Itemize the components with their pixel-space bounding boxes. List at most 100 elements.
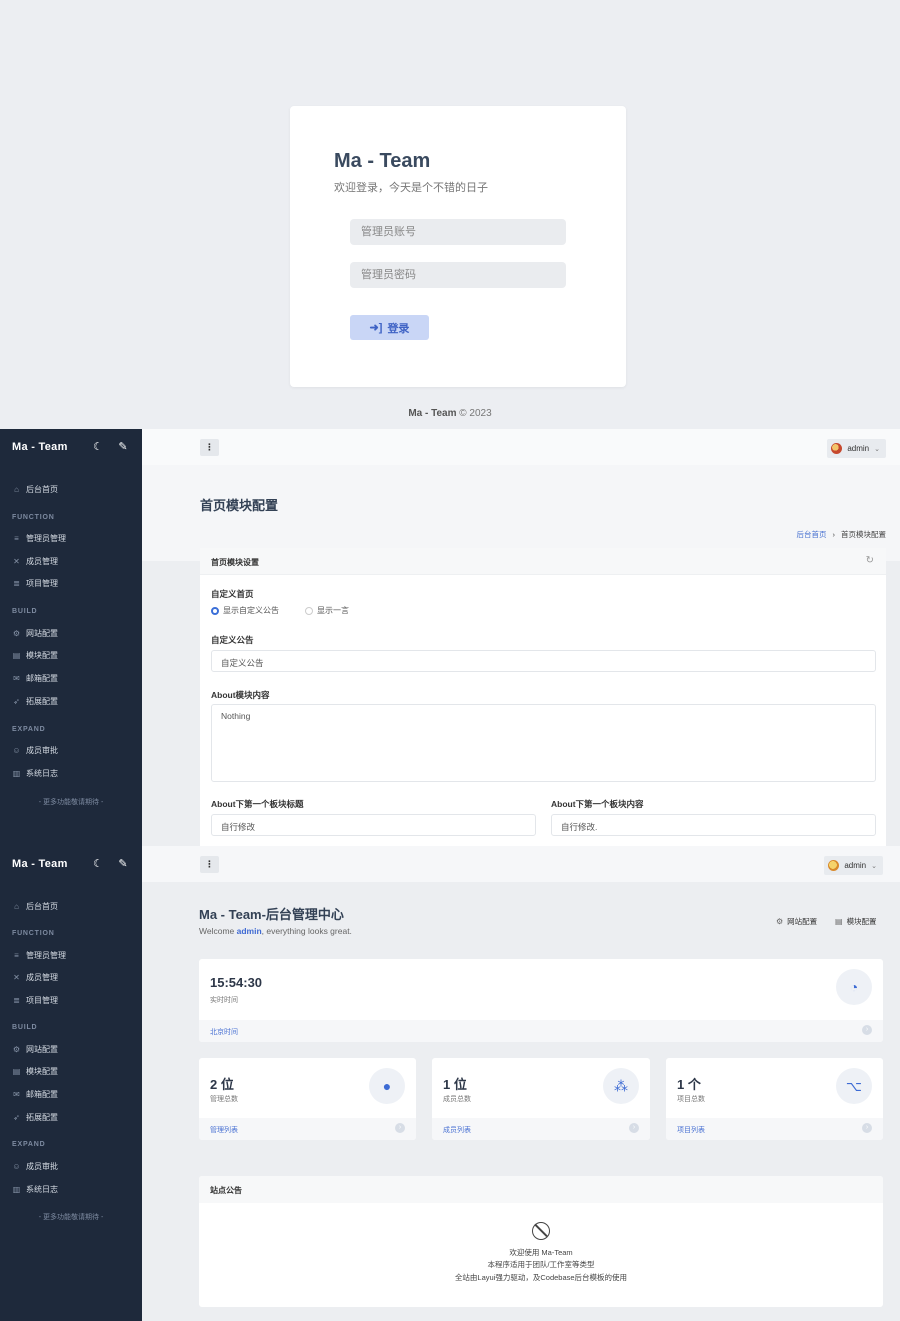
site-notice-panel: 站点公告 欢迎使用 Ma-Team 本程序适用于团队/工作室等类型 全站由Lay… bbox=[199, 1176, 883, 1307]
sidebar-item-home[interactable]: ⌂ 后台首页 bbox=[12, 484, 58, 495]
chevron-down-icon: ⌄ bbox=[874, 445, 880, 453]
breadcrumb-home[interactable]: 后台首页 bbox=[797, 529, 827, 540]
sidebar-item-ext-config[interactable]: ➶ 拓展配置 bbox=[12, 1112, 58, 1123]
time-card-footer: 北京时间 › bbox=[199, 1020, 883, 1042]
refresh-icon[interactable]: ↻ bbox=[866, 555, 874, 566]
menu-toggle-button[interactable]: ⋮ bbox=[200, 856, 219, 873]
sidebar-item-module-config[interactable]: ▤ 模块配置 bbox=[12, 650, 58, 661]
radio-custom-notice[interactable]: 显示自定义公告 bbox=[211, 605, 279, 616]
rocket-icon: ➶ bbox=[13, 697, 20, 706]
time-link[interactable]: 北京时间 bbox=[210, 1027, 238, 1037]
quick-site-config[interactable]: ⚙ 网站配置 bbox=[776, 916, 817, 927]
sidebar-item-site-config[interactable]: ⚙ 网站配置 bbox=[12, 1044, 58, 1055]
chevron-down-icon: ⌄ bbox=[871, 862, 877, 870]
moon-icon[interactable]: ☾ bbox=[91, 440, 105, 454]
user-name: admin bbox=[844, 861, 867, 870]
time-card: 15:54:30 实时时间 ◔ 北京时间 › bbox=[199, 959, 883, 1042]
sidebar-item-projects[interactable]: ≣ 项目管理 bbox=[12, 995, 58, 1006]
radio-unchecked bbox=[305, 606, 313, 615]
sidebar-item-members[interactable]: ✕ 成员管理 bbox=[12, 556, 58, 567]
sidebar-item-logs[interactable]: ▥ 系统日志 bbox=[12, 1184, 58, 1195]
arrow-right-icon[interactable]: › bbox=[395, 1123, 405, 1133]
sidebar-item-home[interactable]: ⌂ 后台首页 bbox=[12, 901, 58, 912]
avatar bbox=[828, 860, 840, 871]
list-icon: ≡ bbox=[14, 951, 19, 960]
sidebar-item-logs[interactable]: ▥ 系统日志 bbox=[12, 768, 58, 779]
user-icon: ● bbox=[369, 1068, 405, 1104]
sidebar-item-ext-config[interactable]: ➶ 拓展配置 bbox=[12, 696, 58, 707]
user-menu-button[interactable]: admin ⌄ bbox=[827, 439, 886, 458]
breadcrumb-current: 首页模块配置 bbox=[841, 530, 886, 539]
sidebar-brand: Ma - Team bbox=[12, 441, 68, 453]
project-label: 项目总数 bbox=[677, 1096, 705, 1103]
brush-icon[interactable]: ✎ bbox=[116, 857, 130, 871]
tools-icon: ✕ bbox=[13, 973, 20, 982]
sign-in-icon: ➜] bbox=[369, 322, 383, 334]
sidebar-item-module-config[interactable]: ▤ 模块配置 bbox=[12, 1066, 58, 1077]
custom-notice-label: 自定义公告 bbox=[211, 635, 254, 645]
sidebar: Ma - Team ☾ ✎ ⌂ 后台首页 FUNCTION ≡ 管理员管理 ✕ 成员管… bbox=[0, 846, 142, 1321]
password-input[interactable] bbox=[350, 262, 566, 288]
user-menu-button[interactable]: admin ⌄ bbox=[824, 856, 883, 875]
radio-checked bbox=[211, 606, 219, 615]
project-count: 1 个 bbox=[677, 1077, 701, 1092]
table-icon: ▤ bbox=[835, 917, 843, 926]
home-icon: ⌂ bbox=[14, 485, 19, 494]
quick-module-config[interactable]: ▤ 模块配置 bbox=[835, 916, 877, 927]
admin-list-link[interactable]: 管理列表 bbox=[210, 1125, 238, 1135]
block-title-input[interactable]: 自行修改 bbox=[211, 814, 536, 836]
login-card: Ma - Team 欢迎登录，今天是个不错的日子 ➜] 登录 bbox=[290, 106, 626, 387]
sidebar-item-mail-config[interactable]: ✉ 邮箱配置 bbox=[12, 673, 58, 684]
welcome-user: admin bbox=[236, 926, 262, 936]
project-stat-card: 1 个 项目总数 ⌥ 项目列表 › bbox=[666, 1058, 883, 1140]
envelope-icon: ✉ bbox=[13, 674, 20, 683]
sidebar-more: - 更多功能敬请期待 - bbox=[38, 1214, 104, 1221]
brush-icon[interactable]: ✎ bbox=[116, 440, 130, 454]
footer-brand: Ma - Team bbox=[408, 408, 457, 419]
gear-icon: ⚙ bbox=[776, 917, 784, 926]
menu-toggle-button[interactable]: ⋮ bbox=[200, 439, 219, 456]
page-header: 首页模块配置 后台首页 › 首页模块配置 bbox=[142, 465, 900, 561]
envelope-icon: ✉ bbox=[13, 1090, 20, 1099]
list-icon: ≡ bbox=[14, 534, 19, 543]
login-button-label: 登录 bbox=[387, 322, 410, 335]
clock-icon: ◔ bbox=[836, 969, 872, 1005]
about-label: About模块内容 bbox=[211, 690, 270, 700]
sidebar-item-review[interactable]: ☺ 成员审批 bbox=[12, 1161, 58, 1172]
dashboard-screen: Ma - Team ☾ ✎ ⌂ 后台首页 FUNCTION ≡ 管理员管理 ✕ 成员管… bbox=[0, 846, 900, 1321]
radio-one-word[interactable]: 显示一言 bbox=[305, 605, 349, 616]
sidebar-item-admins[interactable]: ≡ 管理员管理 bbox=[12, 533, 66, 544]
custom-home-label: 自定义首页 bbox=[211, 589, 254, 599]
page-title: Ma - Team-后台管理中心 bbox=[199, 907, 344, 922]
login-screen: Ma - Team 欢迎登录，今天是个不错的日子 ➜] 登录 Ma - Team… bbox=[0, 0, 900, 429]
about-textarea[interactable]: Nothing bbox=[211, 704, 876, 782]
user-plus-icon: ☺ bbox=[12, 746, 21, 755]
notice-line-3: 全站由Layui强力驱动，及Codebase后台模板的使用 bbox=[454, 1272, 628, 1282]
sidebar-item-admins[interactable]: ≡ 管理员管理 bbox=[12, 950, 66, 961]
cogs-icon: ⚙ bbox=[12, 1045, 21, 1054]
arrow-right-icon[interactable]: › bbox=[629, 1123, 639, 1133]
custom-notice-input[interactable]: 自定义公告 bbox=[211, 650, 876, 672]
nav-group-expand: EXPAND bbox=[12, 726, 46, 733]
topbar: ⋮ admin ⌄ bbox=[142, 846, 900, 882]
sidebar-item-review[interactable]: ☺ 成员审批 bbox=[12, 745, 58, 756]
project-card-footer: 项目列表 › bbox=[666, 1118, 883, 1140]
sidebar-more: - 更多功能敬请期待 - bbox=[38, 799, 104, 806]
block-content-label: About下第一个板块内容 bbox=[551, 799, 644, 809]
username-input[interactable] bbox=[350, 219, 566, 245]
breadcrumb: 后台首页 › 首页模块配置 bbox=[797, 529, 887, 540]
arrow-right-icon[interactable]: › bbox=[862, 1025, 872, 1035]
member-list-link[interactable]: 成员列表 bbox=[443, 1125, 471, 1135]
moon-icon[interactable]: ☾ bbox=[91, 857, 105, 871]
ban-icon bbox=[532, 1222, 550, 1240]
login-button[interactable]: ➜] 登录 bbox=[350, 315, 429, 340]
sidebar-item-mail-config[interactable]: ✉ 邮箱配置 bbox=[12, 1089, 58, 1100]
table-icon: ▤ bbox=[12, 651, 21, 660]
block-content-input[interactable]: 自行修改. bbox=[551, 814, 876, 836]
sidebar-item-site-config[interactable]: ⚙ 网站配置 bbox=[12, 628, 58, 639]
arrow-right-icon[interactable]: › bbox=[862, 1123, 872, 1133]
sidebar-item-projects[interactable]: ≣ 项目管理 bbox=[12, 578, 58, 589]
project-list-link[interactable]: 项目列表 bbox=[677, 1125, 705, 1135]
sidebar-item-members[interactable]: ✕ 成员管理 bbox=[12, 972, 58, 983]
avatar bbox=[831, 443, 843, 454]
